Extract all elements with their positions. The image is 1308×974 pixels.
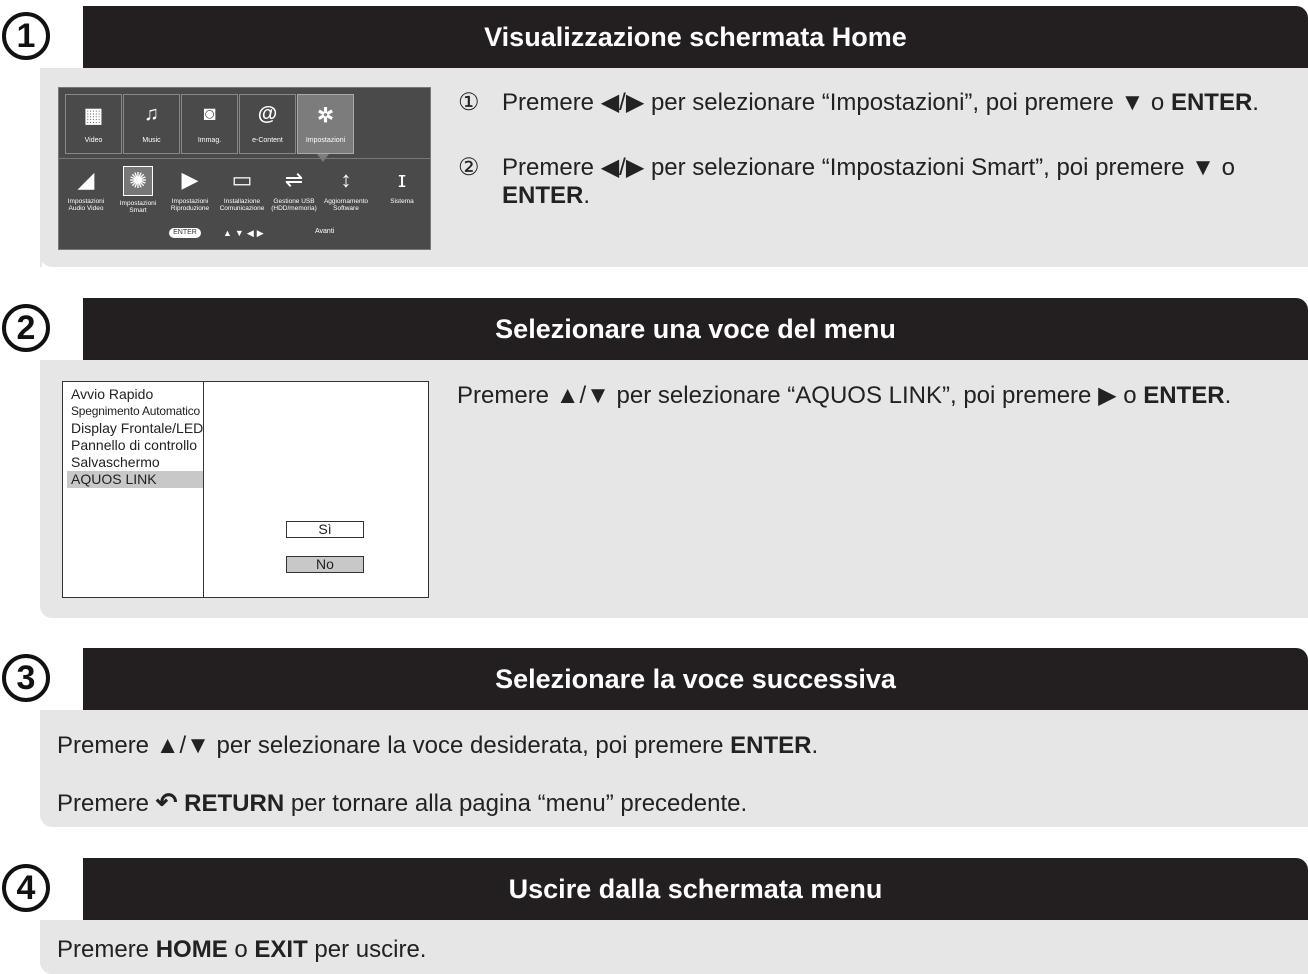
tile-images: ◙ Immag.	[181, 94, 238, 154]
menu-item: Spegnimento Automatico	[71, 404, 201, 418]
play-icon: ▶	[181, 167, 199, 192]
network-icon: ▭	[231, 167, 253, 192]
tile-settings: ✲ Impostazioni	[297, 94, 354, 154]
camera-icon: ◙	[203, 103, 216, 125]
gear-icon: ✲	[317, 105, 334, 127]
step-title: Uscire dalla schermata menu	[83, 858, 1308, 920]
step-3-header: 3 Selezionare la voce successiva	[0, 648, 1308, 710]
step-1-header: 1 Visualizzazione schermata Home	[0, 6, 1308, 68]
enter-badge: ENTER	[169, 228, 201, 238]
home-screen-illustration: ▦ Video ♫ Music ◙ Immag. @ e-Content ✲ Impost…	[58, 87, 431, 250]
sub-usb: ⇌ Gestione USB (HDD/memoria)	[271, 167, 317, 212]
sub-update: ↕ Aggiornamento Software	[323, 167, 369, 212]
step-number: 4	[2, 864, 50, 912]
sub-audio-video: ◢ Impostazioni Audio Video	[63, 166, 109, 212]
econtent-icon: @	[257, 103, 278, 125]
step-2-text: Premere ▲/▼ per selezionare “AQUOS LINK”…	[457, 382, 1232, 409]
menu-list: Avvio Rapido Spegnimento Automatico Disp…	[67, 386, 203, 488]
menu-item: Display Frontale/LED	[71, 420, 204, 436]
return-icon: ↶	[155, 787, 178, 817]
tile-econtent: @ e-Content	[239, 94, 296, 154]
speaker-icon: ◢	[77, 167, 95, 192]
step-number: 3	[2, 654, 50, 702]
next-label: Avanti	[315, 228, 335, 235]
direction-buttons-icon: ▲▼◀▶	[223, 228, 267, 238]
step-2-header: 2 Selezionare una voce del menu	[0, 298, 1308, 360]
sub-system: ɪ Sistema	[379, 166, 425, 205]
step-title: Selezionare una voce del menu	[83, 298, 1308, 360]
sub-playback: ▶ Impostazioni Riproduzione	[167, 166, 213, 212]
step-4-text: Premere HOME o EXIT per uscire.	[57, 936, 427, 963]
wrench-icon: ɪ	[398, 167, 406, 192]
sub-network: ▭ Installazione Comunicazione	[219, 167, 265, 212]
step-4-header: 4 Uscire dalla schermata menu	[0, 858, 1308, 920]
music-icon: ♫	[144, 103, 159, 125]
step-3-line-2: Premere ↶ RETURN per tornare alla pagina…	[57, 787, 748, 817]
menu-item-selected: AQUOS LINK	[67, 471, 203, 488]
bulb-icon: ✺	[123, 166, 153, 196]
step-number: 2	[2, 304, 50, 352]
menu-item: Pannello di controllo	[71, 437, 198, 453]
menu-item: Avvio Rapido	[71, 386, 154, 402]
tile-video: ▦ Video	[65, 94, 122, 154]
usb-icon: ⇌	[284, 167, 304, 192]
step-title: Selezionare la voce successiva	[83, 648, 1308, 710]
step-number: 1	[2, 12, 50, 60]
option-yes: Sì	[286, 521, 364, 538]
tile-music: ♫ Music	[123, 94, 180, 154]
film-icon: ▦	[84, 105, 103, 127]
menu-item: Salvaschermo	[71, 454, 160, 470]
step-3-line-1: Premere ▲/▼ per selezionare la voce desi…	[57, 732, 819, 759]
menu-illustration: Avvio Rapido Spegnimento Automatico Disp…	[62, 381, 429, 598]
sub-smart: ✺ Impostazioni Smart	[119, 166, 157, 214]
update-arrows-icon: ↕	[340, 167, 352, 192]
step-title: Visualizzazione schermata Home	[83, 6, 1308, 68]
option-no-selected: No	[286, 556, 364, 573]
